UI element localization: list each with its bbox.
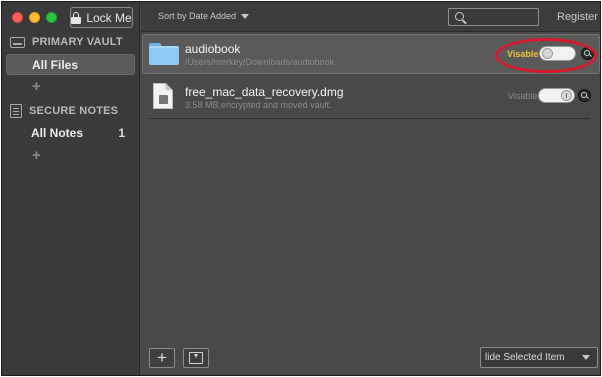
search-icon xyxy=(455,12,464,21)
search-input[interactable] xyxy=(448,8,539,26)
minimize-window-button[interactable] xyxy=(29,12,40,23)
all-notes-label: All Notes xyxy=(31,125,84,140)
toolbar: Sort by Date Added Register xyxy=(141,2,600,32)
sidebar-item-all-files[interactable]: All Files xyxy=(6,54,135,75)
file-name: free_mac_data_recovery.dmg xyxy=(185,85,344,99)
sidebar-item-all-notes[interactable]: All Notes 1 xyxy=(6,122,135,143)
file-detail: /Users/merkey/Downloads/audiobook xyxy=(185,57,335,67)
toggle-knob xyxy=(561,90,572,101)
window-controls xyxy=(12,12,57,23)
primary-vault-header: PRIMARY VAULT xyxy=(10,36,123,48)
bottom-bar: + lide Selected Item xyxy=(141,340,600,375)
secure-notes-header: SECURE NOTES xyxy=(10,104,118,118)
note-icon xyxy=(10,104,22,118)
visibility-toggle[interactable] xyxy=(538,88,575,103)
close-window-button[interactable] xyxy=(12,12,23,23)
lock-icon xyxy=(71,11,82,24)
secure-notes-label: SECURE NOTES xyxy=(29,105,119,117)
file-name: audiobook xyxy=(185,42,241,56)
chevron-down-icon xyxy=(241,13,250,19)
lock-me-button[interactable]: Lock Me xyxy=(70,7,133,28)
file-row-dmg[interactable]: free_mac_data_recovery.dmg 3.58 MB,encry… xyxy=(149,81,591,119)
chevron-down-icon xyxy=(582,355,590,360)
sidebar: Lock Me PRIMARY VAULT All Files + SECURE… xyxy=(2,2,140,375)
file-row-audiobook[interactable]: audiobook /Users/merkey/Downloads/audiob… xyxy=(142,34,600,74)
dmg-file-icon xyxy=(153,83,173,109)
sort-label: Sort by Date Added xyxy=(158,11,237,21)
add-vault-item-button[interactable]: + xyxy=(32,78,41,95)
all-notes-count: 1 xyxy=(118,125,125,140)
visibility-label: Visable xyxy=(508,91,538,101)
import-icon xyxy=(189,352,203,364)
all-files-label: All Files xyxy=(32,57,79,72)
hide-selected-dropdown[interactable]: lide Selected Item xyxy=(480,347,598,368)
drive-icon xyxy=(10,36,25,48)
lock-me-label: Lock Me xyxy=(86,10,132,25)
add-note-button[interactable]: + xyxy=(32,147,41,164)
file-list: audiobook /Users/merkey/Downloads/audiob… xyxy=(141,33,600,375)
highlight-annotation xyxy=(495,38,597,73)
sort-dropdown[interactable]: Sort by Date Added xyxy=(158,11,250,21)
hide-selected-label: lide Selected Item xyxy=(485,352,565,363)
app-window: Lock Me PRIMARY VAULT All Files + SECURE… xyxy=(1,1,601,376)
zoom-window-button[interactable] xyxy=(46,12,57,23)
file-detail: 3.58 MB,encrypted and moved vault. xyxy=(185,100,332,110)
primary-vault-label: PRIMARY VAULT xyxy=(32,36,123,48)
register-link[interactable]: Register xyxy=(557,11,598,23)
add-file-button[interactable]: + xyxy=(149,348,175,368)
folder-icon xyxy=(149,43,179,65)
import-button[interactable] xyxy=(183,348,209,368)
magnifier-icon[interactable] xyxy=(578,89,591,102)
